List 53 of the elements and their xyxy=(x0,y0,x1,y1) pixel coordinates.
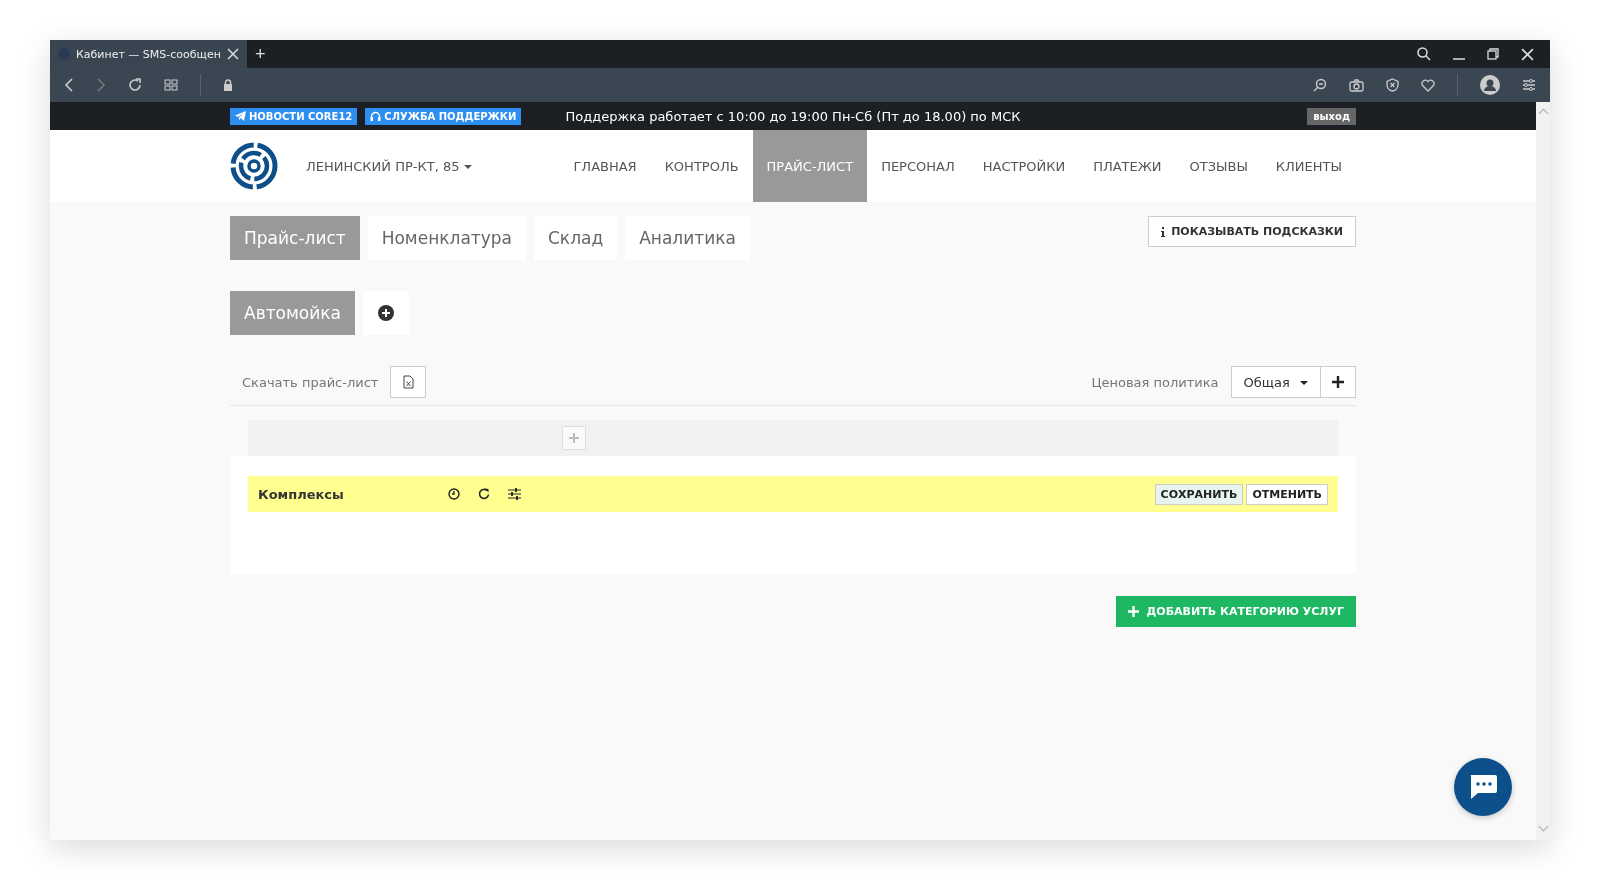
close-icon[interactable] xyxy=(226,48,239,60)
search-icon[interactable] xyxy=(1417,47,1431,61)
support-hours-text: Поддержка работает с 10:00 до 19:00 Пн-Сб (Пт до 18.00) по МСК xyxy=(565,108,1021,124)
logout-button[interactable]: выход xyxy=(1307,107,1356,125)
headset-icon xyxy=(370,110,382,122)
plus-icon xyxy=(1332,376,1344,388)
new-tab-button[interactable]: + xyxy=(254,43,266,65)
nav-link[interactable]: КЛИЕНТЫ xyxy=(1261,130,1356,202)
show-hints-button[interactable]: ПОКАЗЫВАТЬ ПОДСКАЗКИ xyxy=(1148,216,1356,247)
settings-icon[interactable] xyxy=(1522,79,1536,91)
camera-icon[interactable] xyxy=(1349,78,1364,92)
location-dropdown[interactable]: ЛЕНИНСКИЙ ПР-КТ, 85 xyxy=(300,157,478,175)
logo-icon[interactable] xyxy=(230,142,278,190)
nav-link[interactable]: ПЕРСОНАЛ xyxy=(867,130,969,202)
paper-plane-icon xyxy=(235,111,246,121)
sliders-icon[interactable] xyxy=(508,488,521,500)
back-icon[interactable] xyxy=(64,78,74,92)
excel-download-button[interactable] xyxy=(390,366,427,398)
clock-icon[interactable] xyxy=(448,488,460,500)
avatar-icon[interactable] xyxy=(1480,75,1500,95)
plus-icon xyxy=(1127,606,1139,617)
reload-icon[interactable] xyxy=(128,78,142,92)
section-tab[interactable]: Склад xyxy=(534,216,618,260)
pricing-policy-dropdown[interactable]: Общая xyxy=(1230,366,1321,398)
plus-circle-icon xyxy=(377,305,394,321)
pricing-policy-label: Ценовая политика xyxy=(1091,374,1219,390)
restore-icon[interactable] xyxy=(1487,48,1499,60)
add-button[interactable] xyxy=(362,291,409,335)
section-tab[interactable]: Аналитика xyxy=(625,216,750,260)
save-button[interactable]: СОХРАНИТЬ xyxy=(1154,483,1244,505)
download-label: Скачать прайс-лист xyxy=(242,374,379,390)
nav-link[interactable]: ПЛАТЕЖИ xyxy=(1079,130,1176,202)
nav-link[interactable]: НАСТРОЙКИ xyxy=(968,130,1080,202)
shield-icon[interactable] xyxy=(1386,78,1399,92)
chat-button[interactable] xyxy=(1454,758,1512,816)
nav-link[interactable]: ОТЗЫВЫ xyxy=(1175,130,1262,202)
heart-icon[interactable] xyxy=(1421,78,1435,92)
section-tab[interactable]: Номенклатура xyxy=(367,216,526,260)
grid-icon[interactable] xyxy=(164,79,178,91)
close-icon[interactable] xyxy=(1521,47,1534,61)
lock-icon xyxy=(223,79,233,91)
add-button[interactable] xyxy=(1321,366,1356,398)
excel-file-icon xyxy=(402,375,414,389)
browser-tab[interactable]: Кабинет — SMS-сообщен xyxy=(50,40,247,68)
plus-icon xyxy=(569,433,579,443)
cancel-button[interactable]: ОТМЕНИТЬ xyxy=(1246,483,1328,505)
category-name: Комплексы xyxy=(258,486,345,502)
info-icon xyxy=(1161,226,1166,237)
zoom-icon[interactable] xyxy=(1313,78,1327,92)
nav-link[interactable]: КОНТРОЛЬ xyxy=(650,130,753,202)
chat-bubble-icon xyxy=(1468,774,1498,800)
refresh-icon[interactable] xyxy=(478,488,490,500)
nav-link[interactable]: ГЛАВНАЯ xyxy=(559,130,651,202)
